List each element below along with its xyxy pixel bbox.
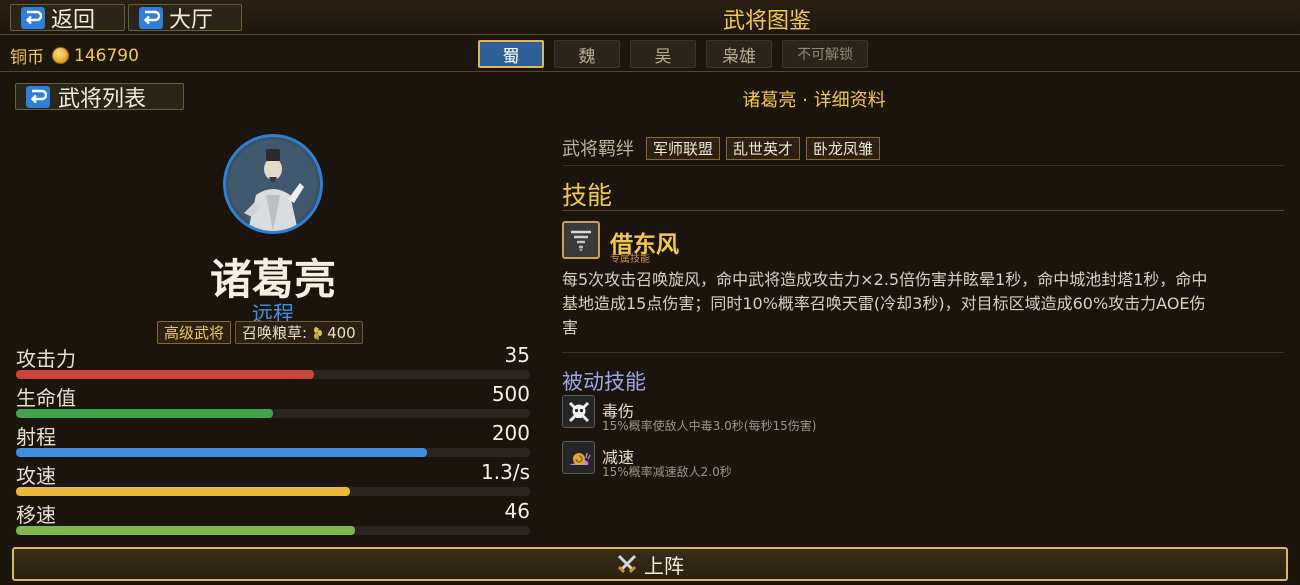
stat-value: 46	[504, 499, 530, 523]
stat-bar-fill	[16, 409, 273, 418]
stat-attack-speed: 攻速 1.3/s	[16, 460, 530, 499]
skill-heading: 技能	[562, 181, 613, 210]
divider	[562, 165, 1284, 166]
stat-label: 攻速	[16, 464, 56, 488]
hero-portrait-image	[226, 137, 320, 231]
summon-label: 召唤粮草:	[242, 324, 308, 342]
currency-amount: 146790	[74, 45, 139, 66]
stat-value: 200	[491, 421, 530, 445]
hero-tags: 高级武将 召唤粮草: 400	[157, 321, 363, 344]
tab-shu[interactable]: 蜀	[478, 40, 544, 68]
tornado-icon	[562, 221, 600, 259]
top-bar: 返回 大厅 武将图鉴	[0, 0, 1300, 35]
tab-wu[interactable]: 吴	[630, 40, 696, 68]
grain-icon	[311, 325, 325, 341]
deploy-button[interactable]: 上阵	[12, 547, 1288, 581]
return-arrow-icon	[139, 6, 163, 29]
passive-heading: 被动技能	[562, 370, 646, 394]
stat-range: 射程 200	[16, 421, 530, 460]
stat-bar-fill	[16, 448, 428, 457]
stat-label: 移速	[16, 503, 56, 527]
hero-list-label: 武将列表	[58, 86, 147, 112]
summon-cost: 400	[327, 323, 356, 342]
passive-desc: 15%概率使敌人中毒3.0秒(每秒15伤害)	[602, 419, 817, 433]
summon-cost-tag: 召唤粮草: 400	[235, 321, 363, 344]
deploy-label: 上阵	[644, 553, 684, 578]
coin-icon	[52, 47, 69, 64]
stat-health: 生命值 500	[16, 382, 530, 421]
crossed-swords-icon	[616, 553, 638, 575]
skill-description: 每5次攻击召唤旋风，命中武将造成攻击力×2.5倍伤害并眩晕1秒，命中城池封塔1秒…	[562, 270, 1208, 337]
detail-title: 诸葛亮 · 详细资料	[742, 90, 886, 111]
bond-tag[interactable]: 乱世英才	[726, 136, 801, 160]
stat-label: 生命值	[16, 386, 76, 410]
stat-value: 500	[491, 382, 530, 406]
back-button-label: 返回	[51, 7, 96, 33]
divider	[562, 210, 1284, 211]
stat-bar-fill	[16, 370, 315, 379]
stat-bar	[16, 526, 530, 535]
tab-wei[interactable]: 魏	[554, 40, 620, 68]
currency-display: 铜币 146790	[10, 43, 139, 69]
bond-row: 武将羁绊 军师联盟 乱世英才 卧龙凤雏	[562, 135, 881, 161]
stat-move-speed: 移速 46	[16, 499, 530, 538]
stat-bar-fill	[16, 487, 351, 496]
back-button[interactable]: 返回	[10, 4, 125, 33]
bond-label: 武将羁绊	[562, 139, 634, 160]
currency-label: 铜币	[10, 48, 44, 68]
divider	[562, 352, 1284, 353]
stat-bar	[16, 409, 530, 418]
hero-list-button[interactable]: 武将列表	[15, 83, 184, 112]
stat-bar	[16, 370, 530, 379]
return-arrow-icon	[26, 85, 50, 108]
return-arrow-icon	[21, 6, 45, 29]
hall-button-label: 大厅	[169, 7, 214, 33]
tab-locked[interactable]: 不可解锁	[782, 40, 868, 68]
skill-subtitle: 专属技能	[610, 254, 650, 265]
stat-bar	[16, 487, 530, 496]
faction-bar: 铜币 146790 蜀 魏 吴 枭雄 不可解锁	[0, 36, 1300, 72]
stat-bar-fill	[16, 526, 356, 535]
stat-value: 35	[504, 343, 530, 367]
snail-icon	[562, 441, 595, 474]
bond-tag[interactable]: 卧龙凤雏	[806, 136, 881, 160]
stat-label: 攻击力	[16, 347, 76, 371]
stat-label: 射程	[16, 425, 56, 449]
hall-button[interactable]: 大厅	[128, 4, 242, 33]
rank-tag: 高级武将	[157, 321, 232, 344]
stat-value: 1.3/s	[481, 460, 530, 484]
passive-desc: 15%概率减速敌人2.0秒	[602, 465, 732, 479]
bond-tag[interactable]: 军师联盟	[646, 136, 721, 160]
stat-bar	[16, 448, 530, 457]
hero-portrait	[223, 134, 323, 234]
tab-xiaoxiong[interactable]: 枭雄	[706, 40, 772, 68]
skull-crossbones-icon	[562, 395, 595, 428]
stat-attack: 攻击力 35	[16, 343, 530, 382]
